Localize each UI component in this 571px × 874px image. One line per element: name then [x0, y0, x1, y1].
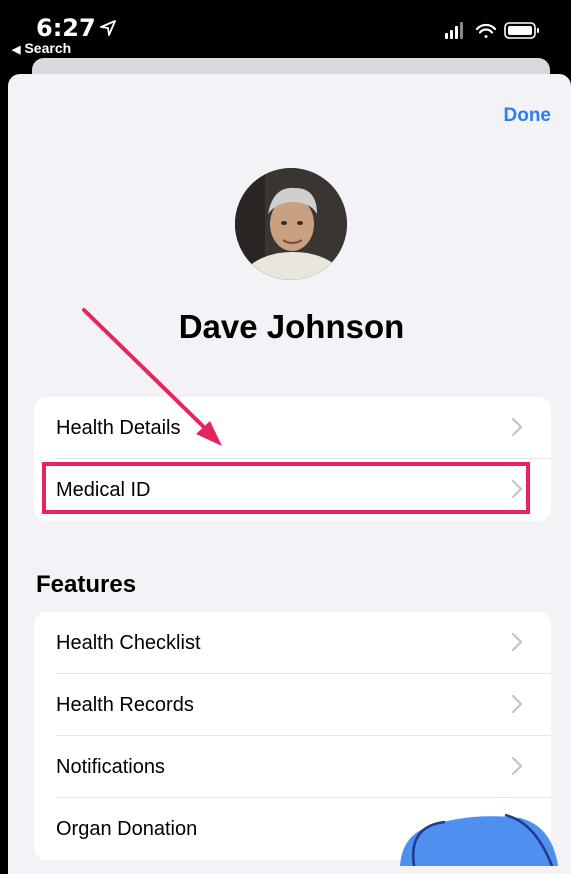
features-section-title: Features: [36, 571, 137, 598]
location-arrow-icon: [100, 20, 116, 36]
back-triangle-icon: ◀: [12, 44, 21, 56]
profile-photo: [235, 168, 347, 280]
health-records-label: Health Records: [56, 693, 194, 716]
status-time: 6:27: [36, 14, 96, 42]
chevron-right-icon: [511, 417, 523, 437]
done-button[interactable]: Done: [504, 105, 552, 127]
back-to-search-link[interactable]: ◀ Search: [12, 40, 71, 56]
health-checklist-row[interactable]: Health Checklist: [34, 612, 551, 674]
chevron-right-icon: [511, 694, 523, 714]
health-details-row[interactable]: Health Details: [34, 397, 551, 459]
chevron-right-icon: [511, 632, 523, 652]
health-checklist-label: Health Checklist: [56, 631, 201, 654]
chevron-right-icon: [511, 756, 523, 776]
avatar[interactable]: [235, 168, 347, 280]
wifi-icon: [475, 23, 497, 38]
organ-donation-row[interactable]: Organ Donation: [34, 798, 551, 860]
organ-donation-label: Organ Donation: [56, 817, 198, 840]
status-icons: [445, 22, 539, 39]
health-records-row[interactable]: Health Records: [34, 674, 551, 736]
health-details-label: Health Details: [56, 416, 181, 439]
features-group: Health Checklist Health Records Notifica…: [34, 612, 551, 860]
notifications-label: Notifications: [56, 755, 165, 778]
battery-icon: [504, 22, 539, 39]
notifications-row[interactable]: Notifications: [34, 736, 551, 798]
back-search-label: Search: [24, 40, 72, 56]
medical-id-highlight-box: [42, 462, 530, 514]
profile-name: Dave Johnson: [178, 308, 405, 345]
cellular-signal-icon: [445, 22, 463, 39]
chevron-right-icon: [511, 818, 523, 838]
